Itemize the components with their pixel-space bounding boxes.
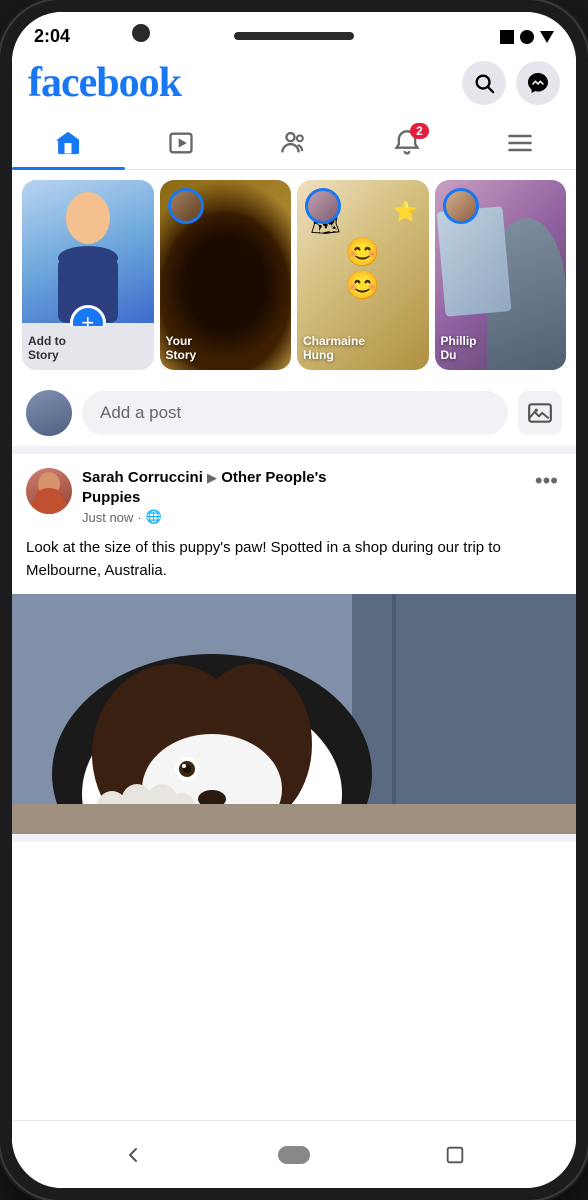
your-story-label: Your Story <box>160 326 292 370</box>
post-avatar <box>26 468 72 514</box>
camera <box>132 24 150 42</box>
bottom-nav <box>12 1120 576 1188</box>
story-add-background: + <box>22 180 154 323</box>
composer-avatar <box>26 390 72 436</box>
tab-watch[interactable] <box>125 117 238 169</box>
back-icon <box>121 1143 145 1167</box>
story-add[interactable]: + Add to Story <box>22 180 154 370</box>
header-action-icons <box>462 61 560 105</box>
watch-icon <box>167 129 195 157</box>
messenger-icon <box>526 71 550 95</box>
app-header: facebook <box>12 53 576 117</box>
post-item: Sarah Corruccini ▶ Other People'sPuppies… <box>12 454 576 842</box>
facebook-logo: facebook <box>28 59 181 107</box>
signal-icon <box>540 31 554 43</box>
composer-avatar-image <box>26 390 72 436</box>
menu-icon <box>506 129 534 157</box>
speaker <box>234 32 354 40</box>
post-author-name: Sarah Corruccini <box>82 469 203 486</box>
post-avatar-image <box>26 468 72 514</box>
status-icons <box>500 30 554 44</box>
photo-icon <box>527 400 553 426</box>
post-image <box>12 594 576 834</box>
messenger-button[interactable] <box>516 61 560 105</box>
search-button[interactable] <box>462 61 506 105</box>
post-meta: Sarah Corruccini ▶ Other People'sPuppies… <box>82 468 326 525</box>
groups-icon <box>280 129 308 157</box>
post-author-info: Sarah Corruccini ▶ Other People'sPuppies… <box>26 468 326 525</box>
separator-dot: · <box>137 510 141 525</box>
privacy-icon: 🌐 <box>146 509 162 525</box>
tab-home[interactable] <box>12 117 125 169</box>
screen-content: 2:04 facebook <box>12 12 576 1188</box>
stories-row: + Add to Story Your Story <box>12 170 576 380</box>
battery-icon <box>500 30 514 44</box>
person-silhouette <box>48 183 128 323</box>
status-time: 2:04 <box>34 26 70 47</box>
add-post-button[interactable]: Add a post <box>82 391 508 435</box>
post-timestamp: Just now · 🌐 <box>82 509 326 525</box>
post-composer: Add a post <box>12 380 576 454</box>
post-text: Look at the size of this puppy's paw! Sp… <box>12 533 576 594</box>
notification-badge: 2 <box>410 123 429 139</box>
post-author-line: Sarah Corruccini ▶ Other People'sPuppies <box>82 468 326 507</box>
phillip-story-label: Phillip Du <box>435 326 567 370</box>
tab-notifications[interactable]: 2 <box>350 117 463 169</box>
your-story-avatar <box>168 188 204 224</box>
charmaine-avatar <box>305 188 341 224</box>
your-story[interactable]: Your Story <box>160 180 292 370</box>
post-more-button[interactable]: ••• <box>531 468 562 494</box>
charmaine-story[interactable]: 😊😊 🗺 ⭐ Charmaine Hung <box>297 180 429 370</box>
post-arrow-icon: ▶ <box>207 470 217 485</box>
dog-image-svg <box>12 594 576 834</box>
network-icon <box>520 30 534 44</box>
phillip-story[interactable]: Phillip Du <box>435 180 567 370</box>
tab-groups[interactable] <box>238 117 351 169</box>
android-home-button[interactable] <box>272 1133 316 1177</box>
tab-menu[interactable] <box>463 117 576 169</box>
home-pill <box>278 1146 310 1164</box>
charmaine-story-label: Charmaine Hung <box>297 326 429 370</box>
phone-screen: 2:04 facebook <box>12 12 576 1188</box>
recents-button[interactable] <box>433 1133 477 1177</box>
search-icon <box>473 72 495 94</box>
back-button[interactable] <box>111 1133 155 1177</box>
post-time: Just now <box>82 510 133 525</box>
post-header: Sarah Corruccini ▶ Other People'sPuppies… <box>12 454 576 533</box>
photo-upload-button[interactable] <box>518 391 562 435</box>
home-icon <box>54 129 82 157</box>
story-add-label: Add to Story <box>22 326 154 370</box>
recents-icon <box>444 1144 466 1166</box>
nav-tabs: 2 <box>12 117 576 170</box>
phone-frame: 2:04 facebook <box>0 0 588 1200</box>
story-person-image <box>22 180 154 323</box>
phillip-avatar <box>443 188 479 224</box>
